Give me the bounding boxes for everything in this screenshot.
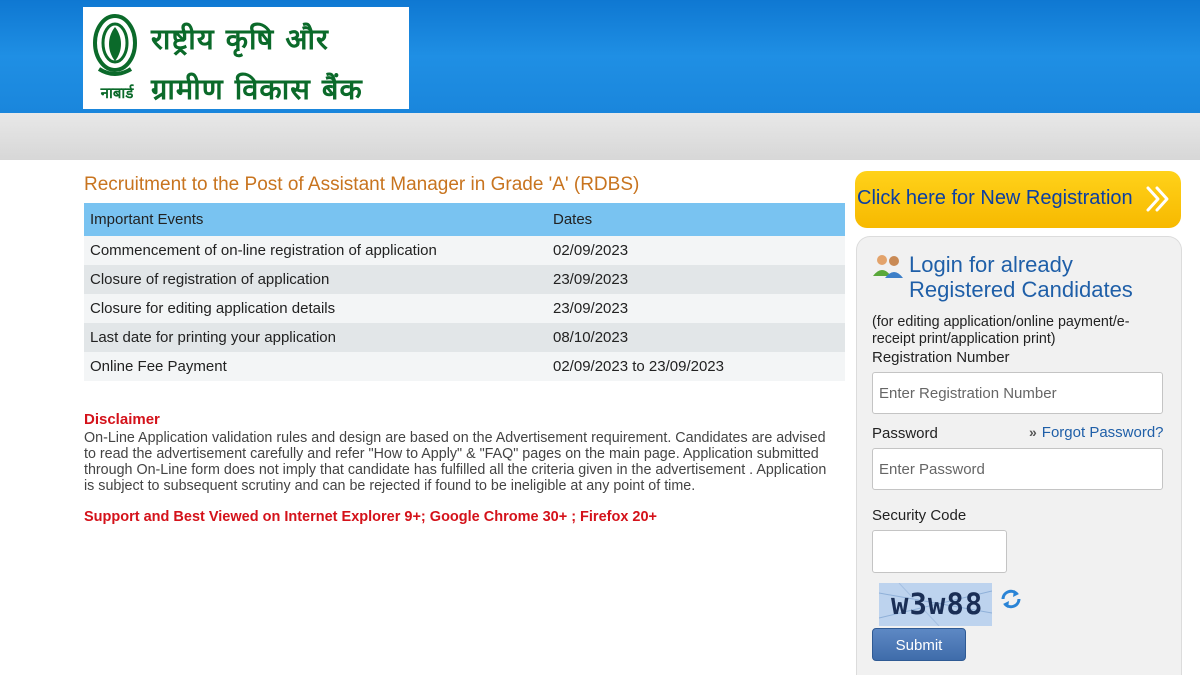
submit-button[interactable]: Submit: [872, 628, 966, 661]
date-cell: 02/09/2023: [547, 236, 845, 265]
date-cell: 23/09/2023: [547, 294, 845, 323]
chevron-double-right-icon: [1146, 186, 1169, 212]
login-subtitle: (for editing application/online payment/…: [872, 314, 1130, 347]
table-row: Online Fee Payment 02/09/2023 to 23/09/2…: [84, 352, 845, 381]
table-header-row: Important Events Dates: [84, 203, 845, 236]
date-cell: 23/09/2023: [547, 265, 845, 294]
security-code-input[interactable]: [872, 530, 1007, 573]
disclaimer-text: On-Line Application validation rules and…: [84, 430, 827, 494]
column-header-events: Important Events: [84, 203, 547, 236]
login-title-line2: Registered Candidates: [909, 277, 1133, 302]
logo-abbreviation: नाबार्ड: [100, 84, 134, 102]
new-registration-button[interactable]: Click here for New Registration: [855, 171, 1181, 228]
header-bar: नाबार्ड राष्ट्रीय कृषि और ग्रामीण विकास …: [0, 0, 1200, 113]
users-icon: [873, 255, 903, 278]
event-cell: Commencement of on-line registration of …: [84, 236, 547, 265]
browser-support-note: Support and Best Viewed on Internet Expl…: [84, 509, 658, 525]
new-registration-label: Click here for New Registration: [857, 187, 1133, 209]
refresh-icon[interactable]: [999, 587, 1023, 611]
event-cell: Last date for printing your application: [84, 323, 547, 352]
registration-number-label: Registration Number: [872, 349, 1010, 366]
table-row: Closure for editing application details …: [84, 294, 845, 323]
nav-band: [0, 113, 1200, 160]
important-events-table: Important Events Dates Commencement of o…: [84, 203, 845, 381]
date-cell: 02/09/2023 to 23/09/2023: [547, 352, 845, 381]
logo-text-line2: ग्रामीण विकास बैंक: [151, 72, 363, 106]
captcha-image: w3w88: [879, 583, 992, 626]
event-cell: Closure of registration of application: [84, 265, 547, 294]
table-row: Last date for printing your application …: [84, 323, 845, 352]
forgot-password-label: Forgot Password?: [1041, 424, 1164, 441]
date-cell: 08/10/2023: [547, 323, 845, 352]
page-title: Recruitment to the Post of Assistant Man…: [84, 174, 640, 195]
event-cell: Closure for editing application details: [84, 294, 547, 323]
captcha-text: w3w88: [891, 587, 984, 621]
forgot-password-link[interactable]: » Forgot Password?: [1029, 424, 1164, 441]
registration-number-input[interactable]: [872, 372, 1163, 414]
table-row: Closure of registration of application 2…: [84, 265, 845, 294]
security-code-label: Security Code: [872, 507, 967, 524]
table-row: Commencement of on-line registration of …: [84, 236, 845, 265]
disclaimer-title: Disclaimer: [84, 411, 160, 428]
login-title: Login for already Registered Candidates: [909, 252, 1133, 302]
login-title-line1: Login for already: [909, 252, 1073, 277]
nabard-logo[interactable]: नाबार्ड राष्ट्रीय कृषि और ग्रामीण विकास …: [83, 7, 409, 109]
password-input[interactable]: [872, 448, 1163, 490]
double-chevron-icon: »: [1029, 424, 1037, 440]
nabard-emblem-icon: [93, 14, 137, 76]
column-header-dates: Dates: [547, 203, 845, 236]
event-cell: Online Fee Payment: [84, 352, 547, 381]
password-label: Password: [872, 425, 938, 442]
logo-text-line1: राष्ट्रीय कृषि और: [151, 22, 329, 56]
